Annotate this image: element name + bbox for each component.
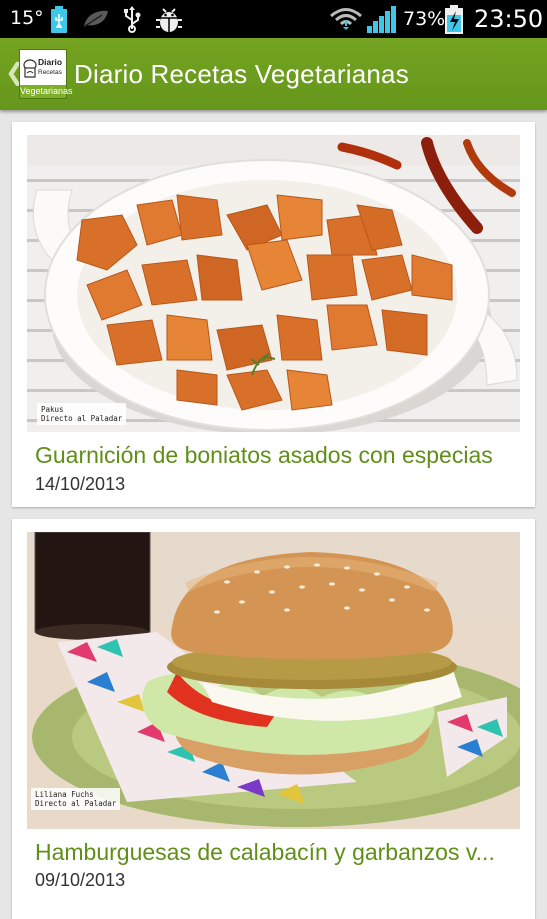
battery-percent-text: 73% (403, 8, 446, 30)
svg-text:Recetas: Recetas (38, 69, 63, 76)
usb-battery-icon (50, 6, 68, 39)
chef-hat-logo-icon: Diario Recetas (22, 53, 64, 83)
android-debug-icon (155, 6, 183, 39)
signal-icon (367, 6, 397, 39)
article-date: 09/10/2013 (35, 870, 126, 890)
battery-charging-icon (444, 5, 464, 40)
photo-credit: Pakus Directo al Paladar (37, 403, 127, 425)
svg-text:Diario: Diario (38, 57, 62, 67)
article-date: 14/10/2013 (35, 474, 126, 494)
article-title[interactable]: Hamburguesas de calabacín y garbanzos v.… (35, 839, 525, 866)
app-logo[interactable]: Diario Recetas Vegetarianas (19, 49, 73, 99)
usb-icon (122, 6, 142, 39)
article-card[interactable]: Liliana Fuchs Directo al Paladar Hamburg… (12, 519, 535, 919)
action-bar: ❮ Diario Recetas Vegetarianas Diario Rec… (0, 38, 547, 110)
clock-text: 23:50 (474, 5, 544, 33)
article-image-sweet-potatoes[interactable]: Pakus Directo al Paladar (27, 135, 520, 432)
temperature-text: 15° (10, 7, 44, 29)
photo-credit: Liliana Fuchs Directo al Paladar (31, 788, 121, 810)
app-title: Diario Recetas Vegetarianas (74, 59, 409, 89)
article-title[interactable]: Guarnición de boniatos asados con especi… (35, 442, 525, 469)
article-image-burger[interactable]: Liliana Fuchs Directo al Paladar (27, 532, 520, 829)
logo-band-text: Vegetarianas (20, 85, 73, 98)
article-card[interactable]: Pakus Directo al Paladar Guarnición de b… (12, 122, 535, 507)
wifi-icon (330, 7, 362, 36)
leaf-icon (82, 9, 110, 34)
status-bar: 15° 73% 23:50 (0, 0, 547, 38)
